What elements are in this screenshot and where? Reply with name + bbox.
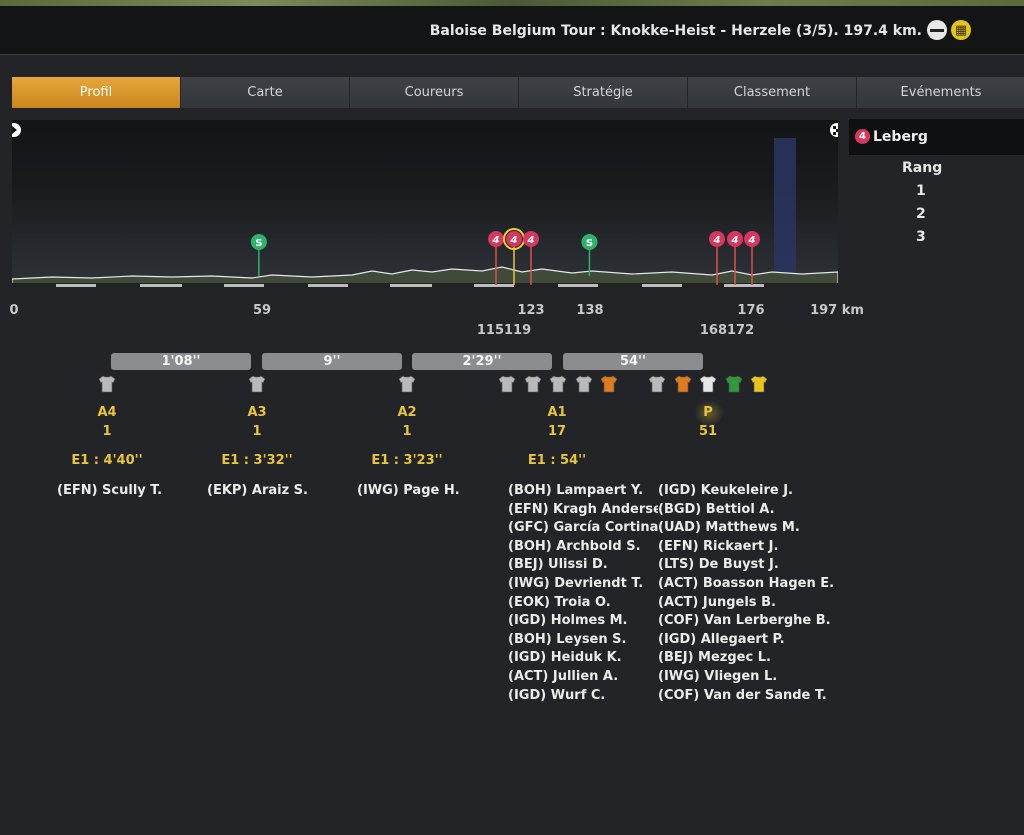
climb-category-icon: 4 [855, 129, 870, 144]
group-code[interactable]: A3 [227, 405, 287, 420]
rider-name[interactable]: (IGD) Heiduk K. [508, 649, 658, 668]
climb-marker-label: 4 [713, 235, 721, 246]
tab-bar: Profil Carte Coureurs Stratégie Classeme… [12, 77, 1024, 108]
climb-marker-label: 4 [527, 235, 535, 246]
group-code-peloton[interactable]: P [678, 405, 738, 420]
rank-2: 2 [916, 206, 926, 222]
rider-jersey-icon[interactable] [248, 375, 266, 393]
rider-jersey-icon[interactable] [398, 375, 416, 393]
group-gap: E1 : 4'40'' [71, 453, 143, 468]
rider-name[interactable]: (GFC) García Cortina I. [508, 519, 658, 538]
climb-name: Leberg [873, 129, 928, 145]
sprint-marker-label: S [255, 238, 262, 249]
km-label-climbs-b: 168172 [699, 323, 755, 338]
km-label-start: 0 [9, 303, 19, 318]
rider-jersey-icon[interactable] [498, 375, 516, 393]
group-count: 17 [547, 424, 567, 439]
group-code[interactable]: A2 [377, 405, 437, 420]
km-label-sprint2: 138 [576, 303, 604, 318]
rider-name[interactable]: (IWG) Devriendt T. [508, 575, 658, 594]
rank-3: 3 [916, 229, 926, 245]
stage-profile[interactable]: SS444444 [12, 120, 838, 288]
rider-name[interactable]: (IGD) Wurf C. [508, 687, 658, 706]
tab-coureurs[interactable]: Coureurs [350, 77, 519, 108]
segment-highlight [774, 138, 796, 288]
rider-name[interactable]: (BEJ) Ulissi D. [508, 556, 658, 575]
cobbles-icon[interactable]: ▦ [951, 20, 971, 40]
rider-list-a4: (EFN) Scully T. [57, 482, 162, 501]
rider-jersey-icon[interactable] [750, 375, 768, 393]
rider-name[interactable]: (EFN) Rickaert J. [658, 538, 834, 557]
rider-name[interactable]: (COF) Van Lerberghe B. [658, 612, 834, 631]
climb-info-panel: 4 Leberg [849, 119, 1024, 155]
rider-name[interactable]: (BEJ) Mezgec L. [658, 649, 834, 668]
group-count-peloton: 51 [698, 424, 718, 439]
gap-bar: 2'29'' [412, 353, 552, 370]
gap-bar: 54'' [563, 353, 703, 370]
rider-jersey-icon[interactable] [98, 375, 116, 393]
climb-marker-label: 4 [492, 235, 500, 246]
rider-jersey-icon[interactable] [648, 375, 666, 393]
rider-jersey-icon[interactable] [524, 375, 542, 393]
rider-name[interactable]: (BGD) Bettiol A. [658, 501, 834, 520]
rider-name[interactable]: (BOH) Archbold S. [508, 538, 658, 557]
rider-name[interactable]: (EOK) Troia O. [508, 594, 658, 613]
rider-name[interactable]: (LTS) De Buyst J. [658, 556, 834, 575]
rider-name[interactable]: (ACT) Jullien A. [508, 668, 658, 687]
group-gap: E1 : 3'32'' [221, 453, 293, 468]
tab-strategie[interactable]: Stratégie [519, 77, 688, 108]
rider-jersey-icon[interactable] [725, 375, 743, 393]
race-header: Baloise Belgium Tour : Knokke-Heist - He… [0, 6, 1024, 55]
group-count: 1 [252, 424, 262, 439]
climb-marker-label: 4 [510, 235, 518, 246]
rider-name[interactable]: (IGD) Keukeleire J. [658, 482, 834, 501]
rank-title: Rang [902, 160, 943, 176]
tab-carte[interactable]: Carte [181, 77, 350, 108]
rider-name[interactable]: (IWG) Page H. [357, 482, 460, 501]
tab-classement[interactable]: Classement [688, 77, 857, 108]
group-count: 1 [102, 424, 112, 439]
group-code[interactable]: A1 [527, 405, 587, 420]
rider-jersey-icon[interactable] [674, 375, 692, 393]
climb-marker-label: 4 [748, 235, 756, 246]
rider-name[interactable]: (ACT) Boasson Hagen E. [658, 575, 834, 594]
flat-stage-icon[interactable] [927, 20, 947, 40]
km-label-climbs-a: 115119 [476, 323, 532, 338]
group-count: 1 [402, 424, 412, 439]
race-title: Baloise Belgium Tour : Knokke-Heist - He… [429, 23, 922, 39]
rider-name[interactable]: (BOH) Leysen S. [508, 631, 658, 650]
rider-name[interactable]: (IGD) Allegaert P. [658, 631, 834, 650]
sprint-marker-label: S [586, 238, 593, 249]
rider-name[interactable]: (IGD) Holmes M. [508, 612, 658, 631]
group-gap: E1 : 54'' [527, 453, 587, 468]
rider-jersey-icon[interactable] [575, 375, 593, 393]
km-label-climb: 123 [517, 303, 545, 318]
tab-evenements[interactable]: Evénements [857, 77, 1024, 108]
km-label-finish: 197 km [810, 303, 864, 318]
km-label-sprint1: 59 [252, 303, 272, 318]
group-gap: E1 : 3'23'' [371, 453, 443, 468]
climb-marker-label: 4 [731, 235, 739, 246]
rider-name[interactable]: (ACT) Jungels B. [658, 594, 834, 613]
km-label-climb-last: 176 [737, 303, 765, 318]
rider-list-a1-col2: (IGD) Keukeleire J. (BGD) Bettiol A. (UAD)… [658, 482, 834, 705]
gap-bar: 1'08'' [111, 353, 251, 370]
rider-name[interactable]: (BOH) Lampaert Y. [508, 482, 658, 501]
rider-name[interactable]: (IWG) Vliegen L. [658, 668, 834, 687]
rider-name[interactable]: (COF) Van der Sande T. [658, 687, 834, 706]
rider-name[interactable]: (EFN) Scully T. [57, 482, 162, 501]
gap-bar: 9'' [262, 353, 402, 370]
rider-jersey-icon[interactable] [600, 375, 618, 393]
rider-jersey-icon[interactable] [699, 375, 717, 393]
rider-list-a3: (EKP) Araiz S. [207, 482, 308, 501]
rider-jersey-icon[interactable] [549, 375, 567, 393]
tab-profil[interactable]: Profil [12, 77, 181, 108]
rider-name[interactable]: (EKP) Araiz S. [207, 482, 308, 501]
rider-list-a2: (IWG) Page H. [357, 482, 460, 501]
rider-name[interactable]: (EFN) Kragh Andersen S. [508, 501, 658, 520]
group-code[interactable]: A4 [77, 405, 137, 420]
rank-1: 1 [916, 183, 926, 199]
rider-list-a1-col1: (BOH) Lampaert Y.(EFN) Kragh Andersen S.… [508, 482, 658, 705]
rider-name[interactable]: (UAD) Matthews M. [658, 519, 834, 538]
